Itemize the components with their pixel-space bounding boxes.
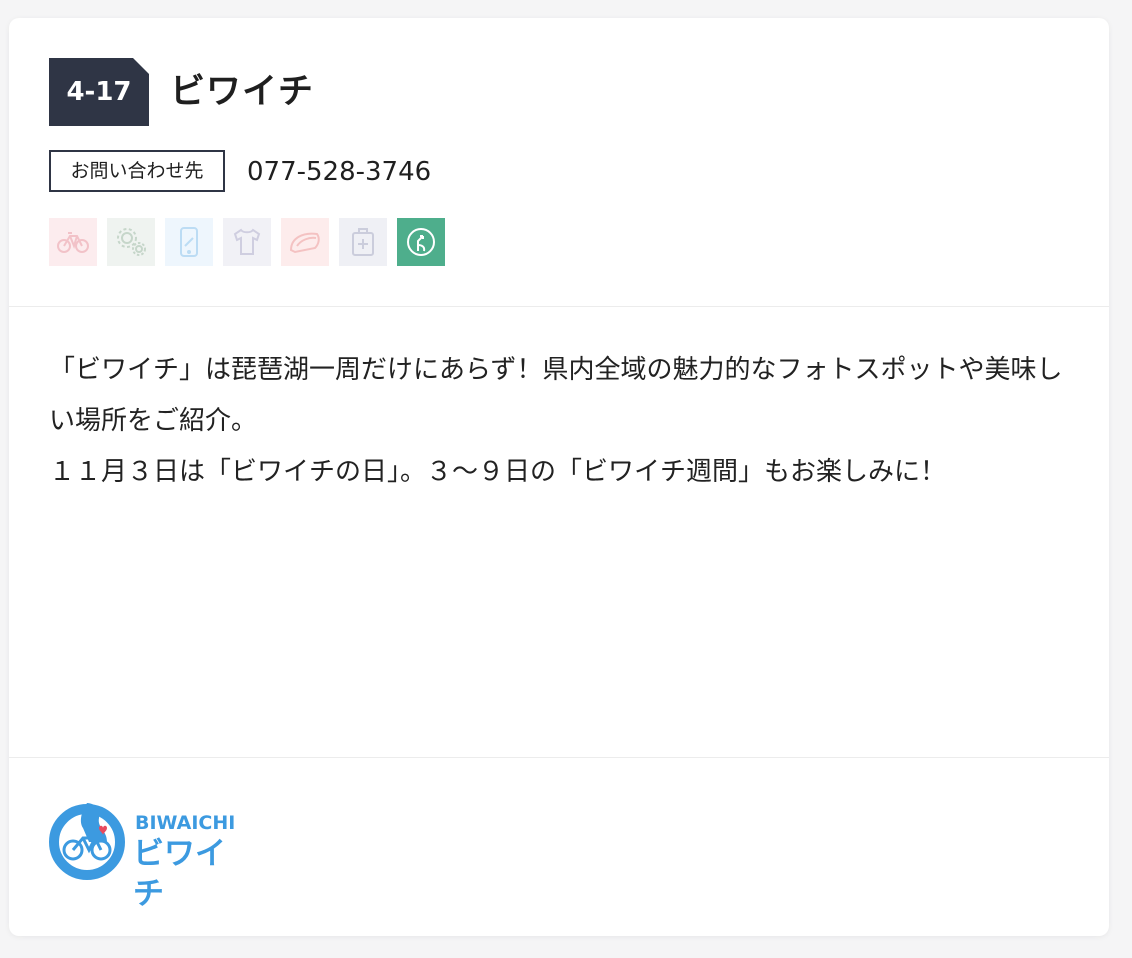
route-sign-icon	[397, 218, 445, 266]
logo-text-en: BIWAICHI	[135, 812, 236, 834]
entry-number-badge: 4-17	[49, 58, 149, 126]
bicycle-icon	[49, 218, 97, 266]
service-icon-row	[49, 218, 455, 266]
entry-title: ビワイチ	[170, 72, 315, 112]
shop-card: 4-17 ビワイチ お問い合わせ先 077-528-3746 「ビワイチ」は琵琶…	[9, 18, 1109, 936]
description: 「ビワイチ」は琵琶湖一周だけにあらず！県内全域の魅力的なフォトスポットや美味しい…	[49, 345, 1079, 498]
contact-phone[interactable]: 077-528-3746	[247, 154, 431, 190]
description-line-2: １１月３日は「ビワイチの日」。３〜９日の「ビワイチ週間」もお楽しみに！	[49, 457, 947, 487]
card-body: 「ビワイチ」は琵琶湖一周だけにあらず！県内全域の魅力的なフォトスポットや美味しい…	[9, 307, 1109, 758]
shirt-icon	[223, 218, 271, 266]
biwaichi-logo-mark-icon	[49, 803, 125, 880]
biwaichi-logo: BIWAICHI ビワイチ	[49, 798, 249, 912]
gears-icon	[107, 218, 155, 266]
description-line-1: 「ビワイチ」は琵琶湖一周だけにあらず！県内全域の魅力的なフォトスポットや美味しい…	[49, 355, 1063, 436]
helmet-icon	[281, 218, 329, 266]
logo-text-jp: ビワイチ	[133, 836, 226, 912]
smartphone-icon	[165, 218, 213, 266]
contact-label: お問い合わせ先	[49, 150, 225, 192]
card-header: 4-17 ビワイチ お問い合わせ先 077-528-3746	[9, 18, 1109, 307]
first-aid-icon	[339, 218, 387, 266]
